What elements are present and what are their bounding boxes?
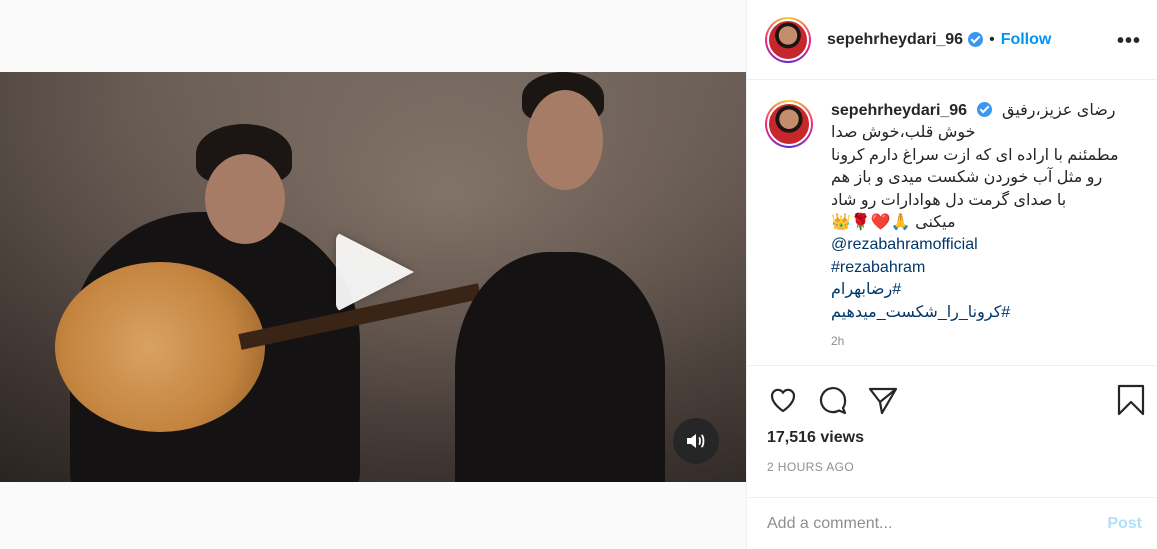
bookmark-icon[interactable]: [1115, 384, 1147, 416]
caption-text: sepehrheydari_96 رضای عزیز،رفیق خوش قلب،…: [831, 100, 1119, 365]
post-header: sepehrheydari_96 • Follow •••: [747, 0, 1157, 80]
header-username[interactable]: sepehrheydari_96: [827, 31, 963, 49]
post-caption: sepehrheydari_96 رضای عزیز،رفیق خوش قلب،…: [747, 80, 1157, 366]
singer-figure: [455, 252, 665, 482]
caption-timestamp: 2h: [831, 334, 845, 349]
caption-username[interactable]: sepehrheydari_96: [831, 102, 967, 119]
guitar: [55, 262, 265, 432]
mention-link[interactable]: @rezabahramofficial: [831, 234, 1119, 256]
caption-line-4: رو مثل آب خوردن شکست میدی و باز هم: [831, 169, 1103, 187]
avatar[interactable]: [765, 16, 811, 63]
separator-dot: •: [989, 30, 995, 48]
post-timestamp: 2 HOURS AGO: [767, 460, 855, 474]
caption-avatar[interactable]: [765, 100, 813, 148]
post-side-panel: sepehrheydari_96 • Follow ••• sepehrheyd…: [746, 0, 1157, 549]
speaker-icon: [687, 434, 705, 448]
follow-button[interactable]: Follow: [1001, 31, 1052, 49]
hashtag-link[interactable]: #rezabahram: [831, 257, 1119, 279]
caption-line-6: میکنی 🙏❤️🌹👑: [831, 214, 956, 232]
guitarist-head: [205, 154, 285, 244]
caption-line-5: با صدای گرمت دل هوادارات رو شاد: [831, 191, 1067, 209]
play-icon: [336, 232, 414, 312]
caption-avatar-image: [767, 102, 811, 146]
caption-line-1: رضای عزیز،رفیق: [1001, 102, 1116, 119]
play-button[interactable]: [320, 222, 430, 322]
video-player[interactable]: [0, 72, 746, 482]
comment-bar: Post: [747, 497, 1157, 549]
views-count[interactable]: 17,516 views: [767, 429, 864, 447]
hashtag-link[interactable]: #رضابهرام: [831, 279, 1119, 301]
singer-head: [527, 90, 603, 190]
caption-line-2: خوش قلب،خوش صدا: [831, 124, 976, 142]
hashtag-link[interactable]: #کرونا_را_شکست_میدهیم: [831, 302, 1119, 324]
comment-input[interactable]: [767, 514, 1108, 533]
caption-line-3: مطمئنم با اراده ای که ازت سراغ دارم کرون…: [831, 146, 1119, 164]
post-actions: [747, 378, 1157, 424]
verified-badge-icon: [968, 32, 984, 47]
comment-icon[interactable]: [817, 384, 849, 416]
avatar-image: [767, 18, 809, 61]
more-options-icon[interactable]: •••: [1117, 30, 1141, 53]
instagram-post-page: sepehrheydari_96 • Follow ••• sepehrheyd…: [0, 0, 1157, 549]
sound-toggle-button[interactable]: [673, 418, 719, 464]
share-icon[interactable]: [867, 384, 899, 416]
caption-verified-badge-icon: [976, 102, 992, 117]
post-comment-button[interactable]: Post: [1107, 515, 1142, 533]
heart-icon[interactable]: [767, 384, 799, 416]
